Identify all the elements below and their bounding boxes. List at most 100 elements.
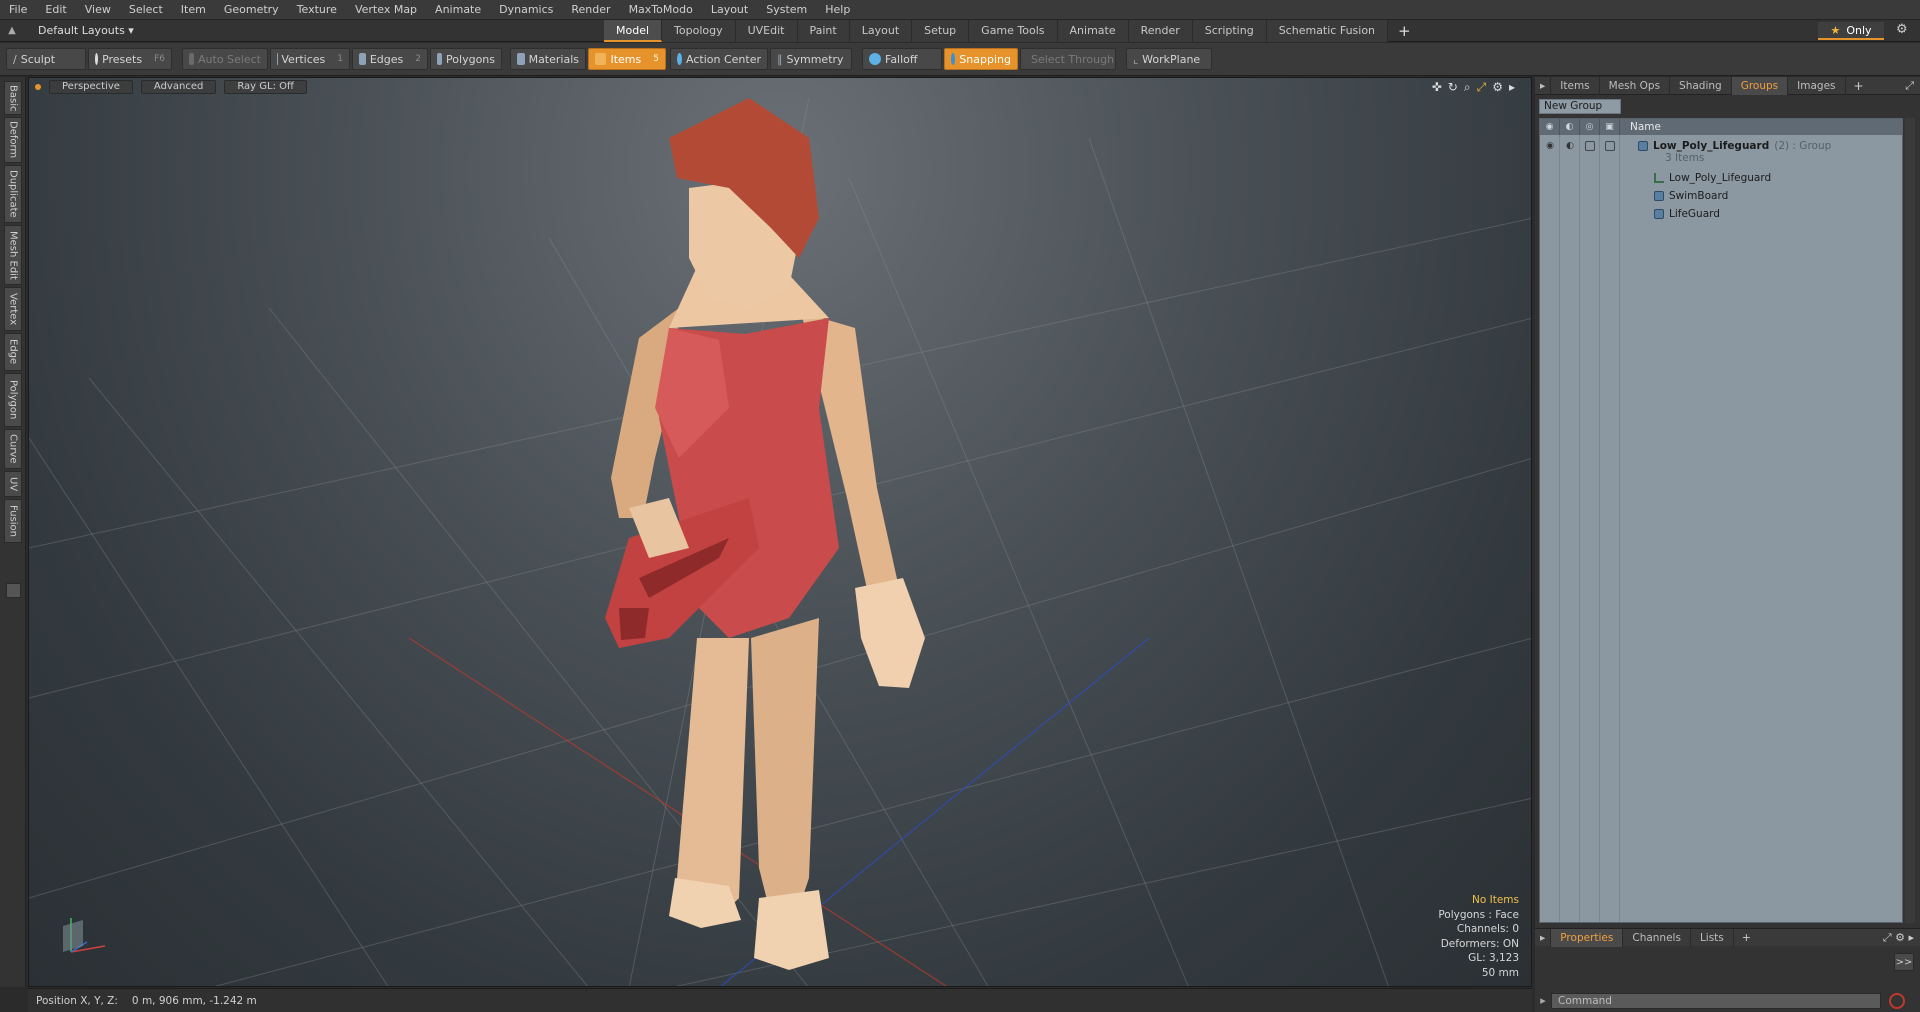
tab-game-tools[interactable]: Game Tools (969, 20, 1058, 42)
menu-edit[interactable]: Edit (36, 0, 75, 20)
tab-edge[interactable]: Edge (4, 333, 22, 371)
tab-layout[interactable]: Layout (849, 20, 913, 42)
tab-fusion[interactable]: Fusion (4, 499, 22, 543)
tab-lists[interactable]: Lists (1691, 928, 1734, 947)
menu-system[interactable]: System (757, 0, 816, 20)
falloff-button[interactable]: Falloff (862, 48, 942, 70)
add-properties-tab-icon[interactable]: + (1734, 931, 1759, 944)
tab-basic[interactable]: Basic (4, 81, 22, 115)
menu-animate[interactable]: Animate (426, 0, 490, 20)
only-button[interactable]: ★ Only (1818, 22, 1884, 40)
more-button[interactable]: >> (1894, 953, 1914, 971)
add-tab-icon[interactable]: + (1388, 20, 1421, 42)
add-panel-tab-icon[interactable]: + (1846, 79, 1872, 93)
palette-toggle-button[interactable] (6, 583, 21, 598)
menu-file[interactable]: File (0, 0, 36, 20)
menu-vertex-map[interactable]: Vertex Map (346, 0, 426, 20)
select-toggle[interactable] (1600, 137, 1620, 155)
tab-curve[interactable]: Curve (4, 429, 22, 469)
tab-mesh-ops[interactable]: Mesh Ops (1600, 76, 1671, 95)
edges-button[interactable]: Edges 2 (352, 48, 428, 70)
fit-icon[interactable]: ⤢ (1477, 80, 1487, 95)
new-group-button[interactable]: New Group (1539, 99, 1621, 114)
menu-select[interactable]: Select (120, 0, 172, 20)
menu-texture[interactable]: Texture (288, 0, 346, 20)
tab-paint[interactable]: Paint (797, 20, 850, 42)
group-child-row[interactable]: Low_Poly_Lifeguard (1654, 169, 1771, 187)
workplane-button[interactable]: ⌞ WorkPlane (1126, 48, 1212, 70)
select-col-icon[interactable]: ▣ (1600, 119, 1620, 135)
gear-icon[interactable]: ⚙ (1896, 22, 1908, 37)
tab-shading[interactable]: Shading (1670, 76, 1732, 95)
tab-duplicate[interactable]: Duplicate (4, 165, 22, 223)
3d-viewport[interactable]: Perspective Advanced Ray GL: Off ✜ ↻ ⌕ ⤢… (28, 77, 1532, 987)
tab-mesh-edit[interactable]: Mesh Edit (4, 225, 22, 285)
visibility-col-icon[interactable]: ◉ (1540, 119, 1560, 135)
materials-button[interactable]: Materials (510, 48, 586, 70)
tab-images[interactable]: Images (1788, 76, 1846, 95)
polygons-button[interactable]: Polygons (430, 48, 502, 70)
viewport-settings-icon[interactable]: ⚙ (1492, 80, 1503, 95)
tab-model[interactable]: Model (604, 20, 663, 42)
items-button[interactable]: Items 5 (588, 48, 666, 70)
tab-properties[interactable]: Properties (1551, 928, 1624, 947)
tab-scripting[interactable]: Scripting (1192, 20, 1267, 42)
command-history-icon[interactable]: ▸ (1535, 994, 1551, 1007)
tab-groups[interactable]: Groups (1731, 76, 1789, 95)
tab-channels[interactable]: Channels (1623, 928, 1691, 947)
tab-deform[interactable]: Deform (4, 117, 22, 163)
tab-render[interactable]: Render (1128, 20, 1193, 42)
group-child-row[interactable]: SwimBoard (1654, 187, 1728, 205)
layout-label[interactable]: Default Layouts ▾ (24, 24, 134, 37)
zoom-icon[interactable]: ⌕ (1464, 80, 1471, 95)
menu-item[interactable]: Item (172, 0, 215, 20)
name-column-header[interactable]: Name (1620, 121, 1661, 133)
tab-items[interactable]: Items (1551, 76, 1600, 95)
tab-uvedit[interactable]: UVEdit (735, 20, 798, 42)
tab-topology[interactable]: Topology (662, 20, 736, 42)
collapse-icon[interactable]: ▲ (0, 25, 24, 36)
panel-menu-icon[interactable]: ▸ (1535, 76, 1552, 95)
vertices-button[interactable]: Vertices 1 (270, 48, 350, 70)
menu-maxtomodo[interactable]: MaxToModo (620, 0, 702, 20)
stop-icon[interactable] (1889, 992, 1905, 1009)
menu-render[interactable]: Render (562, 0, 619, 20)
menu-view[interactable]: View (76, 0, 120, 20)
tab-uv[interactable]: UV (4, 471, 22, 497)
menu-dynamics[interactable]: Dynamics (490, 0, 562, 20)
auto-select-button[interactable]: Auto Select (182, 48, 268, 70)
properties-settings-icon[interactable]: ⤢ ⚙ ▸ (1883, 931, 1914, 945)
pan-icon[interactable]: ✜ (1432, 80, 1442, 95)
tab-schematic-fusion[interactable]: Schematic Fusion (1266, 20, 1389, 42)
render-toggle-icon[interactable]: ◐ (1560, 137, 1580, 155)
rotate-icon[interactable]: ↻ (1448, 80, 1458, 95)
render-col-icon[interactable]: ◐ (1560, 119, 1580, 135)
tab-vertex[interactable]: Vertex (4, 287, 22, 331)
tab-setup[interactable]: Setup (912, 20, 970, 42)
viewport-menu-icon[interactable] (35, 84, 41, 90)
viewport-expand-icon[interactable]: ▸ (1509, 80, 1515, 95)
groups-scrollbar[interactable] (1905, 118, 1915, 923)
properties-menu-icon[interactable]: ▸ (1535, 928, 1552, 947)
tab-polygon[interactable]: Polygon (4, 373, 22, 427)
sculpt-button[interactable]: ∕ Sculpt (6, 48, 86, 70)
group-child-row[interactable]: LifeGuard (1654, 205, 1720, 223)
raygl-button[interactable]: Ray GL: Off (224, 80, 307, 94)
command-input[interactable] (1551, 992, 1881, 1009)
presets-button[interactable]: Presets F6 (88, 48, 172, 70)
action-center-button[interactable]: Action Center (670, 48, 768, 70)
menu-help[interactable]: Help (816, 0, 859, 20)
symmetry-button[interactable]: ∥ Symmetry (770, 48, 852, 70)
lock-col-icon[interactable]: ◎ (1580, 119, 1600, 135)
shading-button[interactable]: Advanced (140, 80, 217, 94)
layout-selector[interactable]: ▲ Default Layouts ▾ (0, 20, 134, 42)
menu-layout[interactable]: Layout (702, 0, 757, 20)
view-type-button[interactable]: Perspective (49, 80, 133, 94)
select-through-button[interactable]: Select Through (1020, 48, 1116, 70)
eye-icon[interactable]: ◉ (1540, 137, 1560, 155)
snapping-button[interactable]: Snapping (944, 48, 1018, 70)
lock-toggle[interactable] (1580, 137, 1600, 155)
menu-geometry[interactable]: Geometry (215, 0, 288, 20)
tab-animate[interactable]: Animate (1057, 20, 1129, 42)
panel-expand-icon[interactable]: ⤢ (1905, 79, 1914, 93)
